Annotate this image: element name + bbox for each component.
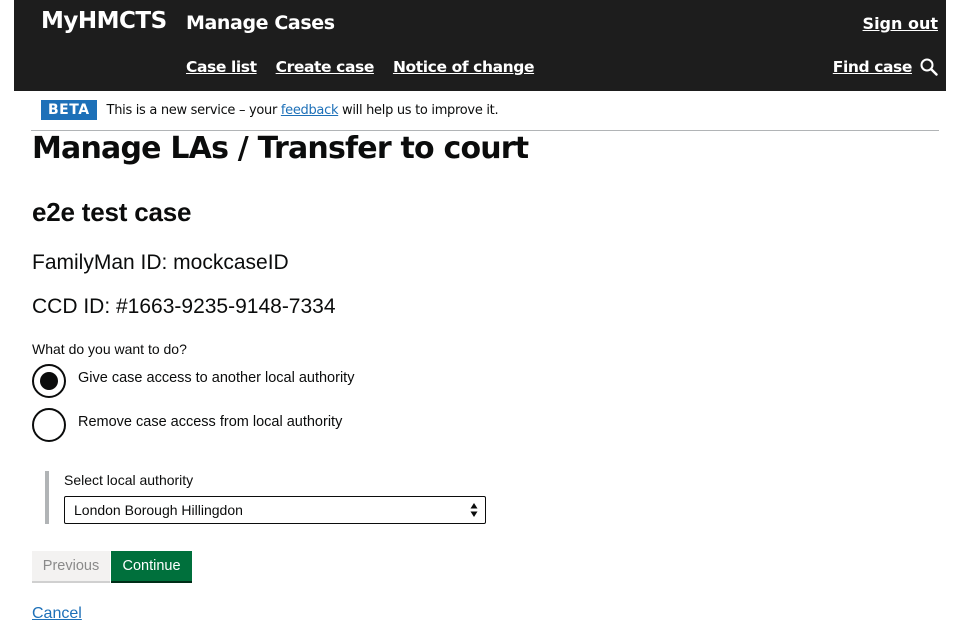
cancel-link[interactable]: Cancel bbox=[32, 605, 82, 623]
feedback-link[interactable]: feedback bbox=[281, 103, 339, 118]
search-icon bbox=[920, 58, 938, 76]
familyman-id: FamilyMan ID: mockcaseID bbox=[32, 251, 289, 274]
conditional-reveal-bar bbox=[45, 471, 49, 524]
radio-label-give-access[interactable]: Give case access to another local author… bbox=[78, 370, 354, 386]
phase-text-after: will help us to improve it. bbox=[338, 102, 499, 118]
nav-create-case[interactable]: Create case bbox=[276, 58, 375, 76]
beta-tag: BETA bbox=[41, 100, 97, 120]
ccd-id: CCD ID: #1663-9235-9148-7334 bbox=[32, 295, 336, 318]
sign-out-link[interactable]: Sign out bbox=[863, 14, 938, 33]
radio-give-access[interactable]: Give case access to another local author… bbox=[32, 364, 354, 398]
radio-label-remove-access[interactable]: Remove case access from local authority bbox=[78, 414, 342, 430]
nav-case-list[interactable]: Case list bbox=[186, 58, 257, 76]
radio-button-unchecked[interactable] bbox=[32, 408, 66, 442]
phase-banner-text: This is a new service – your feedback wi… bbox=[107, 103, 499, 118]
phase-text-before: This is a new service – your bbox=[106, 102, 281, 118]
radio-dot bbox=[40, 372, 58, 390]
select-arrows-icon bbox=[470, 503, 478, 517]
phase-banner: BETA This is a new service – your feedba… bbox=[41, 100, 499, 120]
previous-button[interactable]: Previous bbox=[32, 551, 110, 583]
continue-button[interactable]: Continue bbox=[111, 551, 192, 583]
brand-logo: MyHMCTS bbox=[41, 8, 167, 34]
find-case-label: Find case bbox=[832, 58, 913, 76]
header: MyHMCTS Manage Cases Sign out Case list … bbox=[14, 0, 946, 91]
radio-button-checked[interactable] bbox=[32, 364, 66, 398]
local-authority-select[interactable]: London Borough Hillingdon bbox=[64, 496, 486, 524]
find-case-link[interactable]: Find case bbox=[833, 58, 938, 76]
case-name: e2e test case bbox=[32, 197, 192, 227]
selected-value: London Borough Hillingdon bbox=[74, 502, 243, 518]
select-local-authority-label: Select local authority bbox=[64, 472, 194, 488]
radio-remove-access[interactable]: Remove case access from local authority bbox=[32, 408, 342, 442]
service-name[interactable]: Manage Cases bbox=[186, 12, 335, 34]
primary-nav: Case list Create case Notice of change bbox=[186, 58, 534, 76]
nav-notice-of-change[interactable]: Notice of change bbox=[393, 58, 535, 76]
question-label: What do you want to do? bbox=[32, 341, 187, 357]
page-title: Manage LAs / Transfer to court bbox=[32, 131, 529, 166]
